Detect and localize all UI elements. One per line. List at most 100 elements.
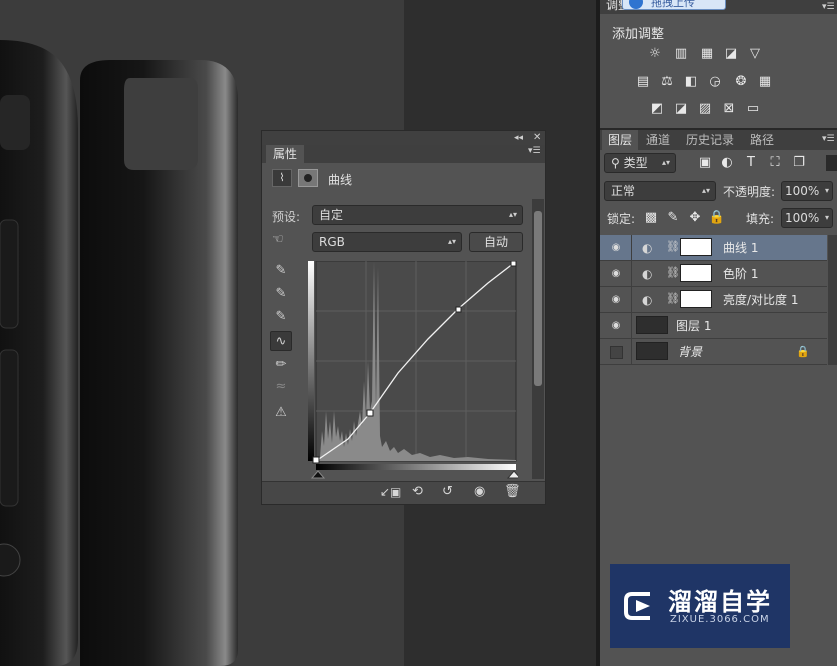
eye-icon[interactable]: ◉ [606,261,626,287]
panel-menu-icon[interactable]: ▾☰ [528,146,541,156]
scrollbar-thumb[interactable] [534,211,542,386]
lock-paint-icon[interactable]: ✎ [664,210,682,226]
link-icon[interactable]: ⛓ [666,266,680,279]
curves-graph[interactable] [308,261,518,479]
adjustments-menu-icon[interactable]: ▾☰ [822,2,835,12]
layer-thumbnail[interactable] [636,316,668,334]
upload-badge[interactable]: 拖拽上传 [622,0,726,10]
posterize-icon[interactable]: ◪ [672,101,690,117]
updown-arrow-icon: ▴▾ [508,210,517,219]
white-point-slider[interactable] [506,470,518,479]
tab-paths[interactable]: 路径 [750,130,774,150]
layer-row-background[interactable]: 背景 🔒 [600,339,827,365]
photo-filter-icon[interactable]: ◶ [706,74,724,90]
panel-titlebar[interactable]: ◂◂ ✕ [262,131,545,145]
updown-arrow-icon: ▴▾ [701,186,710,195]
visibility-eye-icon[interactable]: ◉ [474,484,485,499]
chevron-down-icon[interactable]: ▾ [825,182,829,200]
layer-row-curves[interactable]: ◉ ◐ ⛓ 曲线 1 [600,235,827,261]
mask-icon[interactable] [298,169,318,187]
tab-properties[interactable]: 属性 [266,145,304,163]
black-white-icon[interactable]: ◧ [682,74,700,90]
eyedropper-black-icon[interactable]: ✎ [270,261,292,281]
eye-icon[interactable]: ◉ [606,287,626,313]
filter-adjustment-icon[interactable]: ◐ [718,155,736,171]
trash-icon[interactable]: 🗑 [504,484,521,499]
threshold-icon[interactable]: ▨ [696,101,714,117]
link-icon[interactable]: ⛓ [666,292,680,305]
lock-transparent-icon[interactable]: ▩ [642,210,660,226]
lock-all-icon[interactable]: 🔒 [708,210,726,226]
reset-icon[interactable]: ↺ [442,484,453,499]
color-lookup-icon[interactable]: ▦ [756,74,774,90]
smooth-icon[interactable]: ≈ [270,377,292,397]
curve-point-black[interactable] [312,456,320,464]
color-balance-icon[interactable]: ⚖ [658,74,676,90]
layer-mask-thumbnail[interactable] [680,264,712,282]
eyedropper-white-icon[interactable]: ✎ [270,307,292,327]
curves-adjustment-icon: ⌇ [272,169,292,187]
clipping-warning-icon[interactable]: ⚠ [270,403,292,423]
layer-row-brightness[interactable]: ◉ ◐ ⛓ 亮度/对比度 1 [600,287,827,313]
black-point-slider[interactable] [310,470,326,479]
preset-select[interactable]: 自定 ▴▾ [312,205,523,225]
chevron-down-icon[interactable]: ▾ [825,209,829,227]
gradient-map-icon[interactable]: ▭ [744,101,762,117]
filter-shape-icon[interactable]: ⛶ [766,155,784,171]
layer-thumbnail[interactable] [636,342,668,360]
levels-icon[interactable]: ▥ [672,46,690,62]
curve-point-highlight[interactable] [455,306,462,313]
layer-filter-select[interactable]: ⚲ 类型 ▴▾ [604,153,676,173]
curve-point-white[interactable] [510,261,517,267]
tab-layers[interactable]: 图层 [602,130,639,150]
hue-saturation-icon[interactable]: ▤ [634,74,652,90]
clip-to-layer-icon[interactable]: ↙▣ [380,485,401,499]
channel-mixer-icon[interactable]: ❂ [732,74,750,90]
layers-scrollbar[interactable] [828,235,837,365]
filter-toggle[interactable] [826,155,837,171]
layer-name[interactable]: 亮度/对比度 1 [723,287,799,313]
exposure-icon[interactable]: ◪ [722,46,740,62]
vibrance-icon[interactable]: ▽ [746,46,764,62]
layer-name[interactable]: 曲线 1 [723,235,758,261]
row-divider [631,287,632,313]
brightness-icon[interactable]: ☼ [646,46,664,62]
link-icon[interactable]: ⛓ [666,240,680,253]
curves-icon[interactable]: ▦ [698,46,716,62]
tab-channels[interactable]: 通道 [646,130,670,150]
auto-button[interactable]: 自动 [469,232,523,252]
view-previous-icon[interactable]: ⟲ [412,484,423,499]
opacity-input[interactable]: 100% ▾ [781,181,833,201]
layer-name[interactable]: 图层 1 [676,313,711,339]
lock-move-icon[interactable]: ✥ [686,210,704,226]
filter-type-icon[interactable]: T [742,155,760,171]
row-divider [631,261,632,287]
layer-row-layer1[interactable]: ◉ 图层 1 [600,313,827,339]
layer-mask-thumbnail[interactable] [680,238,712,256]
fill-input[interactable]: 100% ▾ [781,208,833,228]
layers-menu-icon[interactable]: ▾☰ [822,134,835,144]
curve-edit-tool-icon[interactable]: ∿ [270,331,292,351]
invert-icon[interactable]: ◩ [648,101,666,117]
close-icon[interactable]: ✕ [533,131,541,145]
filter-image-icon[interactable]: ▣ [696,155,714,171]
pencil-icon[interactable]: ✏ [270,355,292,375]
filter-smart-object-icon[interactable]: ❐ [790,155,808,171]
curve-point-midtone[interactable] [366,409,374,417]
eye-icon[interactable]: ◉ [606,235,626,261]
eye-icon[interactable]: ◉ [606,313,626,339]
tab-history[interactable]: 历史记录 [686,130,734,150]
visibility-off-box[interactable] [610,346,623,359]
layer-name[interactable]: 色阶 1 [723,261,758,287]
hand-target-icon[interactable]: ☜ [272,232,294,250]
layer-name[interactable]: 背景 [678,339,702,365]
selective-color-icon[interactable]: ⊠ [720,101,738,117]
properties-scrollbar[interactable] [532,199,544,479]
blend-mode-select[interactable]: 正常 ▴▾ [604,181,716,201]
eyedropper-gray-icon[interactable]: ✎ [270,284,292,304]
adjustment-layer-icon: ◐ [642,267,653,281]
layer-row-levels[interactable]: ◉ ◐ ⛓ 色阶 1 [600,261,827,287]
layer-mask-thumbnail[interactable] [680,290,712,308]
collapse-icon[interactable]: ◂◂ [514,131,523,145]
channel-select[interactable]: RGB ▴▾ [312,232,462,252]
